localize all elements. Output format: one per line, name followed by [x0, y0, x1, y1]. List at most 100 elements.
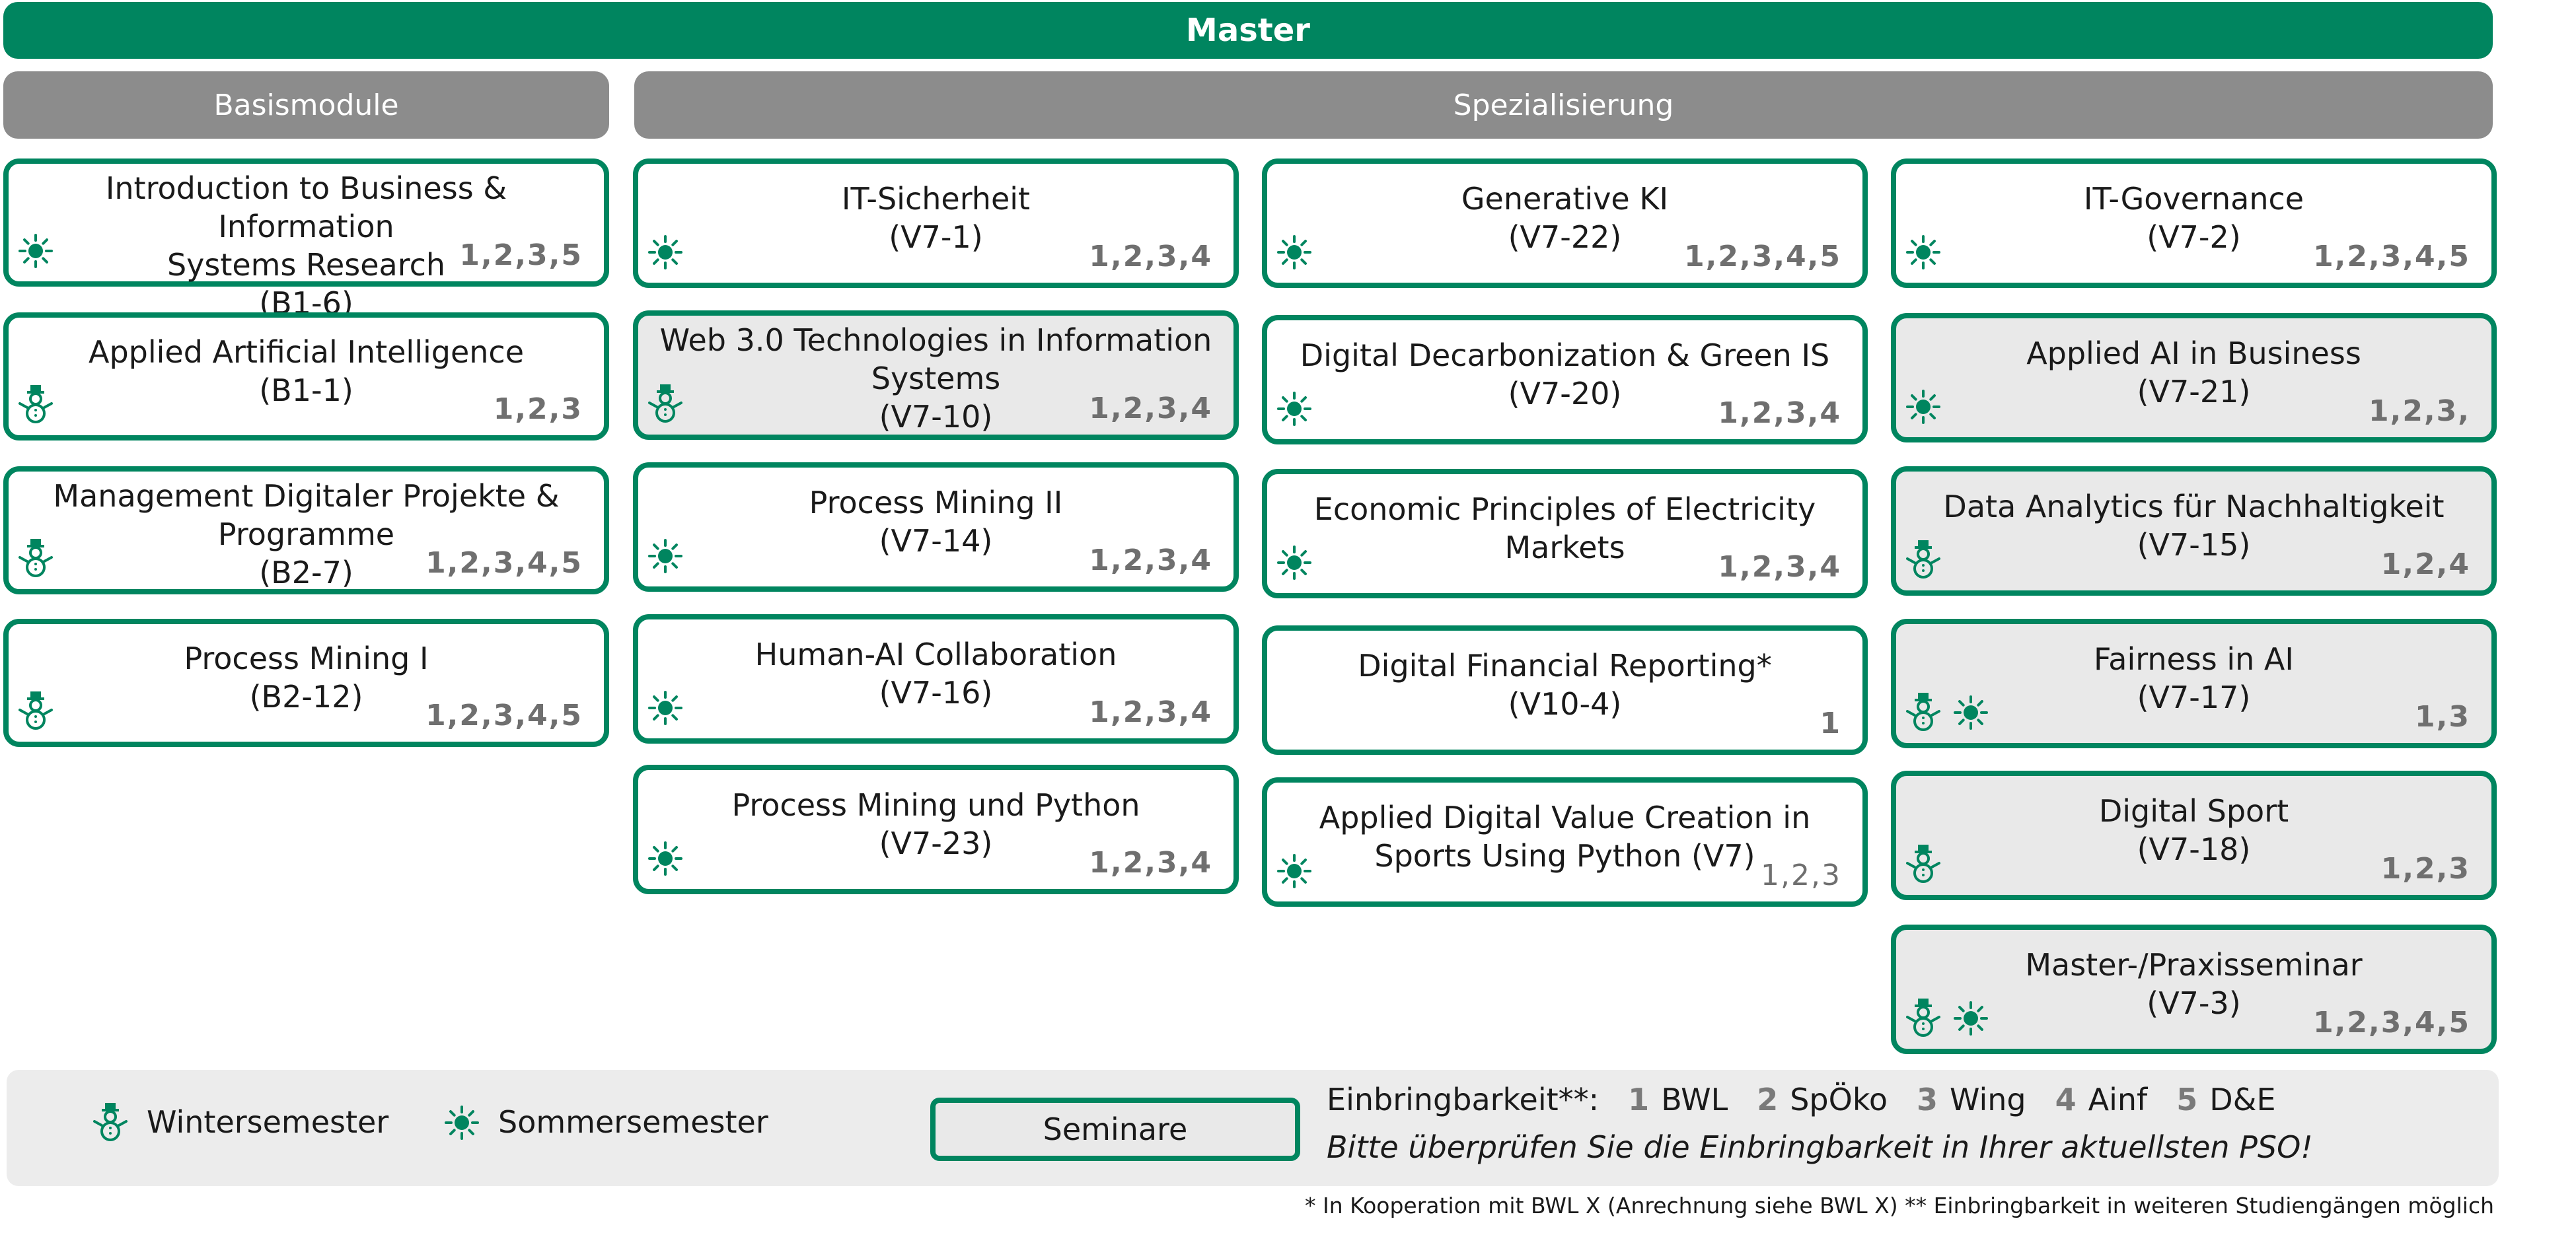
einbringbarkeit-codes: 1,2,3,4,5 [425, 546, 583, 580]
semester-icons [1904, 231, 1942, 272]
semester-icons [646, 383, 684, 424]
legend-summer-label: Sommersemester [498, 1104, 768, 1140]
einbringbarkeit-study: SpÖko [1790, 1082, 1888, 1117]
module-card: Economic Principles of Electricity Marke… [1262, 469, 1868, 598]
footnote: * In Kooperation mit BWL X (Anrechnung s… [1304, 1193, 2494, 1218]
einbringbarkeit-item: 3 Wing [1917, 1082, 2026, 1117]
module-card: Applied Artificial Intelligence (B1-1) 1,2… [3, 312, 609, 440]
semester-icons [646, 535, 684, 576]
sun-icon [646, 231, 684, 272]
einbringbarkeit-study: D&E [2209, 1082, 2276, 1117]
sun-icon [1275, 388, 1313, 429]
einbringbarkeit-codes: 1,2,3,4 [1718, 550, 1841, 584]
section-spezialisierung: Spezialisierung [634, 71, 2493, 139]
module-card: Process Mining und Python (V7-23) 1,2,3,4 [633, 765, 1239, 894]
module-card: Digital Financial Reporting* (V10-4) 1 [1262, 625, 1868, 755]
module-code: (V10-4) [1508, 686, 1622, 722]
einbringbarkeit-codes: 1,2,3,4 [1089, 544, 1212, 577]
semester-icons [1275, 388, 1313, 429]
einbringbarkeit-item: 1 BWL [1628, 1082, 1728, 1117]
einbringbarkeit-codes: 1,2,3,4,5 [2313, 240, 2470, 273]
einbringbarkeit-num: 5 [2176, 1082, 2198, 1117]
einbringbarkeit-item: 4 Ainf [2055, 1082, 2148, 1117]
sun-icon [646, 837, 684, 878]
semester-icons [1275, 542, 1313, 582]
sun-icon [1275, 231, 1313, 272]
einbringbarkeit-study: Wing [1950, 1082, 2026, 1117]
einbringbarkeit-label: Einbringbarkeit**: [1327, 1082, 1600, 1117]
semester-icons [17, 384, 55, 425]
module-code: (V7-17) [2137, 680, 2251, 715]
module-card: IT-Governance (V7-2) 1,2,3,4,5 [1891, 159, 2497, 288]
module-card: Human-AI Collaboration (V7-16) 1,2,3,4 [633, 614, 1239, 744]
einbringbarkeit-codes: 1,2,3,4 [1089, 240, 1212, 273]
pso-hint: Bitte überprüfen Sie die Einbringbarkeit… [1327, 1129, 2313, 1165]
semester-icons [646, 837, 684, 878]
semester-icons [17, 538, 55, 579]
sun-icon [1275, 542, 1313, 582]
einbringbarkeit-num: 1 [1628, 1082, 1650, 1117]
sun-icon [1275, 850, 1313, 891]
module-card: Generative KI (V7-22) 1,2,3,4,5 [1262, 159, 1868, 288]
module-card: Process Mining II (V7-14) 1,2,3,4 [633, 462, 1239, 592]
semester-icons [646, 231, 684, 272]
semester-icons [1275, 231, 1313, 272]
module-title: Fairness in AI (V7-17) [1912, 640, 2476, 717]
semester-icons [1904, 539, 1942, 580]
legend-winter-label: Wintersemester [147, 1104, 389, 1140]
einbringbarkeit-codes: 1,2,3 [2380, 852, 2470, 886]
einbringbarkeit-item: 2 SpÖko [1757, 1082, 1888, 1117]
snowman-icon [646, 383, 684, 424]
semester-icons [1904, 997, 1990, 1038]
snowman-icon [17, 538, 55, 579]
legend-seminar-box: Seminare [930, 1098, 1300, 1161]
einbringbarkeit-codes: 1,2,3,4 [1089, 846, 1212, 880]
semester-icons [1275, 850, 1313, 891]
einbringbarkeit-study: Ainf [2088, 1082, 2148, 1117]
semester-icons [1904, 691, 1990, 732]
sun-icon [1952, 997, 1990, 1038]
section-basismodule: Basismodule [3, 71, 609, 139]
einbringbarkeit-codes: 1,2,3,4,5 [425, 699, 583, 732]
legend-winter: Wintersemester [91, 1102, 388, 1143]
semester-icons [646, 687, 684, 728]
sun-icon [1904, 231, 1942, 272]
sun-icon [1904, 386, 1942, 427]
einbringbarkeit-codes: 1,2,3,5 [459, 238, 583, 272]
module-card: Web 3.0 Technologies in Information Syst… [633, 310, 1239, 440]
einbringbarkeit-codes: 1 [1820, 707, 1841, 740]
module-card: Data Analytics für Nachhaltigkeit (V7-15)… [1891, 466, 2497, 596]
einbringbarkeit-codes: 1,2,3,4 [1089, 695, 1212, 729]
master-header: Master [3, 2, 2493, 59]
module-card: Introduction to Business & Information S… [3, 159, 609, 321]
module-card: IT-Sicherheit (V7-1) 1,2,3,4 [633, 159, 1239, 288]
sun-icon [646, 535, 684, 576]
semester-icons [1904, 843, 1942, 884]
einbringbarkeit-study: BWL [1661, 1082, 1728, 1117]
einbringbarkeit-codes: 1,2,3,4,5 [2313, 1006, 2470, 1039]
einbringbarkeit-codes: 1,2,3, [2369, 394, 2470, 428]
snowman-icon [91, 1102, 129, 1143]
einbringbarkeit-num: 4 [2055, 1082, 2077, 1117]
einbringbarkeit-codes: 1,2,3 [1761, 859, 1841, 892]
snowman-icon [1904, 539, 1942, 580]
snowman-icon [1904, 843, 1942, 884]
module-card: Management Digitaler Projekte & Programm… [3, 466, 609, 594]
einbringbarkeit-codes: 1,3 [2415, 700, 2470, 734]
einbringbarkeit-codes: 1,2,4 [2380, 547, 2470, 581]
sun-icon [646, 687, 684, 728]
einbringbarkeit-codes: 1,2,3,4 [1718, 396, 1841, 430]
snowman-icon [1904, 691, 1942, 732]
semester-icons [1904, 386, 1942, 427]
module-card: Master-/Praxisseminar (V7-3) 1,2,3,4,5 [1891, 925, 2497, 1054]
einbringbarkeit-num: 2 [1757, 1082, 1779, 1117]
sun-icon [17, 230, 55, 271]
einbringbarkeit-item: 5 D&E [2176, 1082, 2275, 1117]
semester-icons [17, 690, 55, 731]
module-card: Applied Digital Value Creation in Sports… [1262, 777, 1868, 907]
module-card: Digital Decarbonization & Green IS (V7-20… [1262, 315, 1868, 444]
einbringbarkeit-num: 3 [1916, 1082, 1938, 1117]
einbringbarkeit-codes: 1,2,3,4 [1089, 392, 1212, 425]
module-card: Applied AI in Business (V7-21) 1,2,3, [1891, 313, 2497, 442]
module-card: Fairness in AI (V7-17) 1,3 [1891, 619, 2497, 748]
